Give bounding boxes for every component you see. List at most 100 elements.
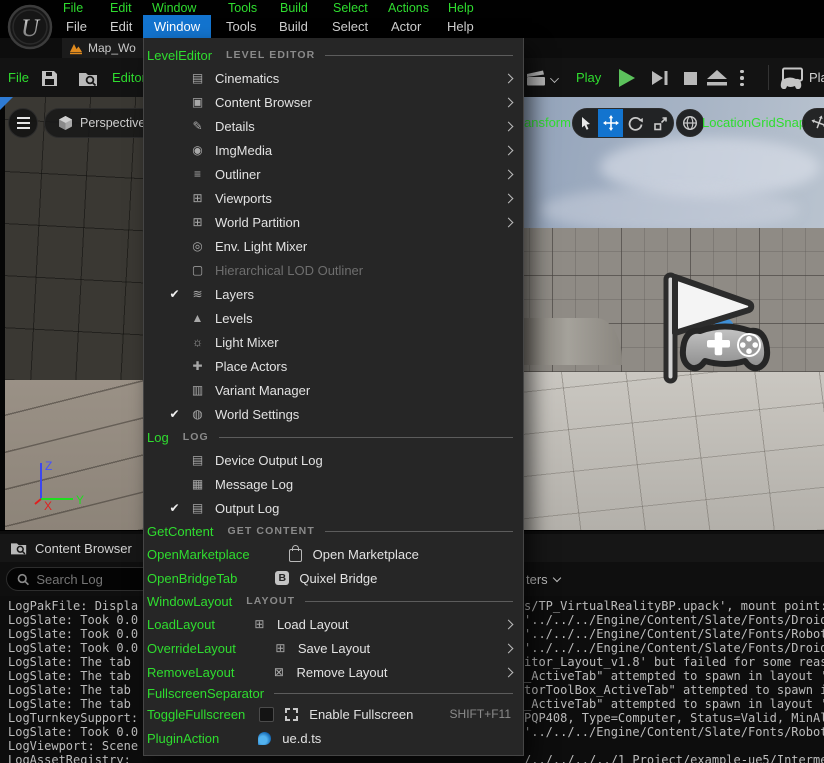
save-button[interactable]: [36, 66, 62, 90]
menubar-item-edit[interactable]: Edit: [110, 15, 132, 38]
menubar-item-build[interactable]: Build: [279, 15, 308, 38]
menubar-item-tools[interactable]: Tools: [226, 15, 256, 38]
save-icon: [40, 69, 59, 88]
world-space-toggle-button[interactable]: [676, 109, 704, 137]
menu-item-imgmedia[interactable]: ◉ ImgMedia: [144, 138, 523, 162]
log-line-right: '../../../Engine/Content/Slate/Fonts/Dro…: [524, 641, 824, 655]
menu-item-light-mixer[interactable]: ☼Light Mixer: [144, 330, 523, 354]
world-partition-icon: ⊞: [189, 215, 206, 229]
log-column-right: s/TP_VirtualRealityBP.upack', mount poin…: [524, 599, 824, 763]
grid-snap-button[interactable]: [802, 108, 824, 138]
level-tab-map[interactable]: Map_Wo: [62, 38, 154, 58]
menu-item-quixel-bridge[interactable]: OpenBridgeTabBQuixel Bridge: [144, 566, 523, 590]
menu-item-load-layout[interactable]: LoadLayout⊞Load Layout: [144, 612, 523, 636]
submenu-arrow-icon: [504, 643, 514, 653]
menu-item-content-browser[interactable]: ▣Content Browser: [144, 90, 523, 114]
menu-item-env-light-mixer[interactable]: ◎Env. Light Mixer: [144, 234, 523, 258]
menu-item-cinematics[interactable]: ▤Cinematics: [144, 66, 523, 90]
submenu-arrow-icon: [504, 619, 514, 629]
search-icon: [17, 573, 29, 586]
menu-separator-fullscreenseparator: FullscreenSeparator: [144, 684, 523, 702]
menubar-item-select[interactable]: Select: [332, 15, 368, 38]
menu-item-levels[interactable]: ▲Levels: [144, 306, 523, 330]
save-layout-icon: ⊞: [272, 641, 289, 655]
submenu-arrow-icon: [504, 193, 514, 203]
cursor-icon: [579, 116, 592, 130]
menu-item-variant-manager[interactable]: ▥Variant Manager: [144, 378, 523, 402]
menu-item-label: Viewports: [215, 191, 272, 206]
log-line-right: s/TP_VirtualRealityBP.upack', mount poin…: [524, 599, 824, 613]
content-browser-icon: ▣: [189, 95, 206, 109]
rotate-tool-button[interactable]: [623, 109, 648, 137]
log-line-right: '../../../Engine/Content/Slate/Fonts/Rob…: [524, 725, 824, 739]
menubar-item-file[interactable]: File: [66, 15, 87, 38]
check-icon: ✔: [166, 501, 183, 515]
menu-item-enable-fullscreen[interactable]: ToggleFullscreenEnable FullscreenSHIFT+F…: [144, 702, 523, 726]
menu-item-outliner[interactable]: ≡Outliner: [144, 162, 523, 186]
marketplace-icon: [289, 549, 302, 562]
world-settings-icon: ◍: [189, 407, 206, 421]
eject-button[interactable]: [702, 66, 732, 90]
platforms-button[interactable]: Pla: [778, 64, 824, 91]
menu-item-label: Quixel Bridge: [299, 571, 377, 586]
folder-search-icon: [78, 69, 99, 88]
cinematics-toolbar-button[interactable]: [522, 66, 562, 90]
menu-item-world-settings[interactable]: ✔◍World Settings: [144, 402, 523, 426]
submenu-arrow-icon: [504, 121, 514, 131]
menu-section-divider: [305, 601, 513, 602]
log-line-left: LogPakFile: Displa: [8, 599, 138, 613]
filters-dropdown[interactable]: ters: [526, 567, 560, 591]
menu-item-open-marketplace[interactable]: OpenMarketplaceOpen Marketplace: [144, 542, 523, 566]
player-start-sprite[interactable]: [652, 265, 777, 398]
menu-item-world-partition[interactable]: ⊞World Partition: [144, 210, 523, 234]
move-tool-button[interactable]: [598, 109, 623, 137]
menu-item-place-actors[interactable]: ✚Place Actors: [144, 354, 523, 378]
menu-item-device-output-log[interactable]: ▤Device Output Log: [144, 448, 523, 472]
layers-icon: ≋: [189, 287, 206, 301]
chevron-down-icon: [552, 573, 560, 581]
menu-item-label: Levels: [215, 311, 253, 326]
menu-item-label: ImgMedia: [215, 143, 272, 158]
menu-item-hierarchical-lod-outliner[interactable]: ▢Hierarchical LOD Outliner: [144, 258, 523, 282]
menu-item-message-log[interactable]: ▦Message Log: [144, 472, 523, 496]
menu-item-output-log[interactable]: ✔▤Output Log: [144, 496, 523, 520]
svg-text:X: X: [44, 499, 52, 513]
scale-tool-button[interactable]: [648, 109, 673, 137]
content-browser-button[interactable]: [74, 66, 102, 90]
play-options-kebab-button[interactable]: [734, 66, 750, 90]
skip-frame-button[interactable]: [646, 66, 672, 90]
menubar-item-actor[interactable]: Actor: [391, 15, 421, 38]
stop-icon: [683, 71, 698, 86]
imgmedia-icon: ◉: [189, 143, 206, 157]
log-line-left: LogSlate: The tab: [8, 697, 138, 711]
snap-icon: [809, 113, 824, 134]
play-button[interactable]: [612, 65, 640, 91]
menu-item-debug-id: OpenBridgeTab: [147, 571, 237, 586]
log-line-right: itor_Layout_v1.8' but failed for some re…: [524, 655, 824, 669]
move-icon: [603, 115, 619, 131]
menu-item-viewports[interactable]: ⊞Viewports: [144, 186, 523, 210]
menubar-overlay-build: Build: [280, 1, 308, 15]
viewport-options-button[interactable]: [8, 108, 38, 138]
log-column-left: LogPakFile: DisplaLogSlate: Took 0.0LogS…: [8, 599, 138, 763]
menubar-item-help[interactable]: Help: [447, 15, 474, 38]
check-icon: ✔: [166, 287, 183, 301]
submenu-arrow-icon: [504, 217, 514, 227]
stop-button[interactable]: [678, 67, 702, 89]
menu-item-save-layout[interactable]: OverrideLayout⊞Save Layout: [144, 636, 523, 660]
menu-item-label: Variant Manager: [215, 383, 310, 398]
remove-layout-icon: ⊠: [270, 665, 287, 679]
menu-item-label: Cinematics: [215, 71, 279, 86]
content-browser-tab-label: Content Browser: [35, 541, 132, 556]
menubar-item-window[interactable]: Window: [143, 15, 211, 38]
menu-item-ue-d-ts[interactable]: PluginActionue.d.ts: [144, 726, 523, 750]
select-tool-button[interactable]: [573, 109, 598, 137]
menu-item-details[interactable]: ✎Details: [144, 114, 523, 138]
menu-item-remove-layout[interactable]: RemoveLayout⊠Remove Layout: [144, 660, 523, 684]
viewport-cylinder-mesh[interactable]: [524, 318, 622, 365]
light-mixer-icon: ☼: [189, 335, 206, 349]
menu-item-label: ue.d.ts: [282, 731, 321, 746]
fullscreen-checkbox[interactable]: [259, 707, 274, 722]
menubar-overlay-file: File: [63, 1, 83, 15]
menu-item-layers[interactable]: ✔≋Layers: [144, 282, 523, 306]
